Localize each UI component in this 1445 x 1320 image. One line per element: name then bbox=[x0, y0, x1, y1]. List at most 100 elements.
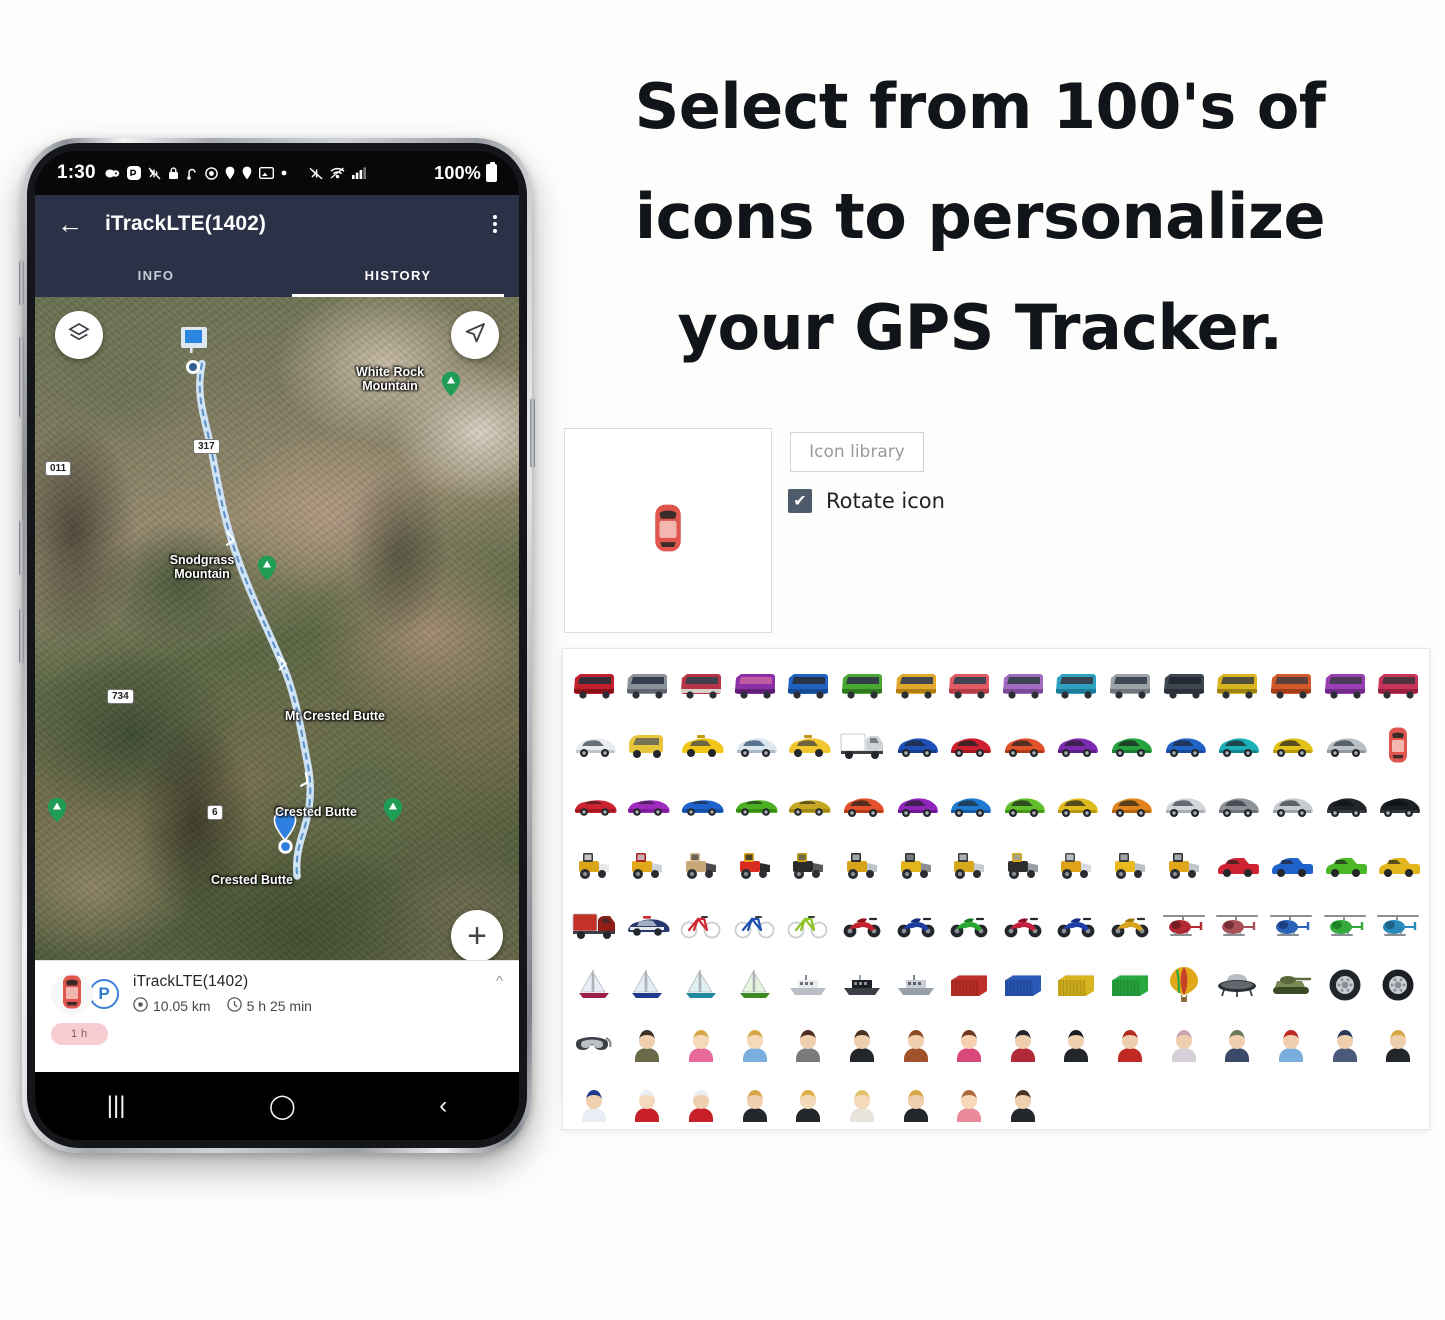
icon-cell-person[interactable] bbox=[728, 1075, 782, 1135]
icon-cell-pickup[interactable] bbox=[1371, 835, 1425, 895]
icon-cell-person[interactable] bbox=[782, 1015, 836, 1075]
icon-cell-bus[interactable] bbox=[1211, 655, 1265, 715]
icon-cell-car[interactable] bbox=[1103, 715, 1157, 775]
icon-cell-person[interactable] bbox=[1371, 1015, 1425, 1075]
icon-cell-bus[interactable] bbox=[942, 655, 996, 715]
rotate-icon-checkbox[interactable]: ✔ bbox=[788, 489, 812, 513]
icon-cell-cont[interactable] bbox=[942, 955, 996, 1015]
icon-cell-mach[interactable] bbox=[1157, 835, 1211, 895]
icon-cell-car[interactable] bbox=[889, 775, 943, 835]
icon-cell-car[interactable] bbox=[996, 715, 1050, 775]
icon-cell-person[interactable] bbox=[942, 1075, 996, 1135]
icon-cell-moto[interactable] bbox=[996, 895, 1050, 955]
icon-cell-conv[interactable] bbox=[621, 775, 675, 835]
icon-cell-person[interactable] bbox=[996, 1075, 1050, 1135]
icon-cell-cartop[interactable] bbox=[1371, 715, 1425, 775]
tab-info[interactable]: INFO bbox=[35, 253, 277, 297]
icon-cell-person[interactable] bbox=[1264, 1015, 1318, 1075]
icon-cell-person[interactable] bbox=[621, 1015, 675, 1075]
icon-cell-mach[interactable] bbox=[942, 835, 996, 895]
map-view[interactable]: White Rock Mountain Snodgrass Mountain M… bbox=[35, 297, 519, 1140]
icon-cell-car[interactable] bbox=[889, 715, 943, 775]
nav-home-icon[interactable]: ◯ bbox=[269, 1092, 296, 1121]
icon-cell-truck[interactable] bbox=[835, 715, 889, 775]
icon-cell-ship[interactable] bbox=[782, 955, 836, 1015]
icon-cell-mach[interactable] bbox=[674, 835, 728, 895]
tab-history[interactable]: HISTORY bbox=[277, 253, 519, 297]
icon-cell-pickup[interactable] bbox=[1264, 835, 1318, 895]
icon-cell-car[interactable] bbox=[942, 715, 996, 775]
icon-cell-car[interactable] bbox=[1211, 715, 1265, 775]
icon-library-grid-panel[interactable] bbox=[562, 648, 1430, 1130]
icon-cell-person[interactable] bbox=[1050, 1015, 1104, 1075]
icon-cell-person[interactable] bbox=[782, 1075, 836, 1135]
icon-cell-heli[interactable] bbox=[1157, 895, 1211, 955]
icon-cell-mach[interactable] bbox=[1050, 835, 1104, 895]
icon-cell-conv[interactable] bbox=[782, 775, 836, 835]
icon-cell-van[interactable] bbox=[621, 715, 675, 775]
icon-cell-ufo[interactable] bbox=[1211, 955, 1265, 1015]
map-layers-button[interactable] bbox=[55, 311, 103, 359]
icon-cell-balloon[interactable] bbox=[1157, 955, 1211, 1015]
map-navigate-button[interactable] bbox=[451, 311, 499, 359]
icon-cell-ship[interactable] bbox=[835, 955, 889, 1015]
icon-cell-bus[interactable] bbox=[835, 655, 889, 715]
icon-cell-car[interactable] bbox=[1264, 715, 1318, 775]
icon-cell-bus[interactable] bbox=[1264, 655, 1318, 715]
phone-button-extra[interactable] bbox=[19, 608, 24, 664]
icon-cell-heli[interactable] bbox=[1264, 895, 1318, 955]
icon-cell-person[interactable] bbox=[674, 1015, 728, 1075]
icon-cell-person[interactable] bbox=[1211, 1015, 1265, 1075]
icon-cell-mach[interactable] bbox=[567, 835, 621, 895]
icon-cell-heli[interactable] bbox=[1211, 895, 1265, 955]
icon-cell-person[interactable] bbox=[728, 1015, 782, 1075]
icon-cell-bus[interactable] bbox=[621, 655, 675, 715]
icon-cell-heli[interactable] bbox=[1318, 895, 1372, 955]
icon-cell-bus[interactable] bbox=[889, 655, 943, 715]
icon-cell-conv[interactable] bbox=[567, 775, 621, 835]
icon-cell-pickup[interactable] bbox=[1211, 835, 1265, 895]
icon-cell-person[interactable] bbox=[942, 1015, 996, 1075]
icon-cell-car[interactable] bbox=[728, 715, 782, 775]
duration-chip[interactable]: 1 h bbox=[51, 1023, 108, 1045]
icon-cell-person[interactable] bbox=[835, 1075, 889, 1135]
phone-button-volume-down[interactable] bbox=[19, 336, 24, 418]
map-zoom-in-button[interactable]: + bbox=[451, 910, 503, 962]
kebab-menu-icon[interactable] bbox=[493, 215, 497, 233]
icon-cell-cont[interactable] bbox=[1103, 955, 1157, 1015]
icon-cell-bus[interactable] bbox=[782, 655, 836, 715]
icon-cell-moto[interactable] bbox=[1103, 895, 1157, 955]
icon-cell-sail[interactable] bbox=[674, 955, 728, 1015]
chevron-up-icon[interactable]: ^ bbox=[496, 973, 503, 990]
icon-cell-car[interactable] bbox=[1371, 775, 1425, 835]
icon-cell-person[interactable] bbox=[889, 1015, 943, 1075]
icon-cell-person[interactable] bbox=[1157, 1015, 1211, 1075]
icon-cell-car[interactable] bbox=[1318, 715, 1372, 775]
icon-cell-mach[interactable] bbox=[1103, 835, 1157, 895]
icon-cell-mach[interactable] bbox=[728, 835, 782, 895]
phone-button-bixby[interactable] bbox=[19, 520, 24, 576]
icon-cell-bike[interactable] bbox=[728, 895, 782, 955]
icon-cell-person[interactable] bbox=[996, 1015, 1050, 1075]
icon-cell-heli[interactable] bbox=[1371, 895, 1425, 955]
icon-cell-mach[interactable] bbox=[621, 835, 675, 895]
icon-cell-cont[interactable] bbox=[1050, 955, 1104, 1015]
icon-cell-sail[interactable] bbox=[621, 955, 675, 1015]
icon-cell-taxi[interactable] bbox=[674, 715, 728, 775]
icon-cell-bus[interactable] bbox=[1050, 655, 1104, 715]
icon-cell-taxi[interactable] bbox=[782, 715, 836, 775]
icon-cell-mach[interactable] bbox=[996, 835, 1050, 895]
icon-cell-mach[interactable] bbox=[889, 835, 943, 895]
icon-cell-bike[interactable] bbox=[674, 895, 728, 955]
icon-cell-person[interactable] bbox=[621, 1075, 675, 1135]
icon-cell-car[interactable] bbox=[996, 775, 1050, 835]
icon-cell-moto[interactable] bbox=[889, 895, 943, 955]
icon-cell-bus[interactable] bbox=[996, 655, 1050, 715]
icon-cell-car[interactable] bbox=[1103, 775, 1157, 835]
icon-cell-car[interactable] bbox=[1050, 715, 1104, 775]
icon-cell-bike[interactable] bbox=[782, 895, 836, 955]
icon-cell-conv[interactable] bbox=[728, 775, 782, 835]
icon-cell-person[interactable] bbox=[567, 1075, 621, 1135]
icon-cell-ship[interactable] bbox=[889, 955, 943, 1015]
icon-cell-bus[interactable] bbox=[1157, 655, 1211, 715]
